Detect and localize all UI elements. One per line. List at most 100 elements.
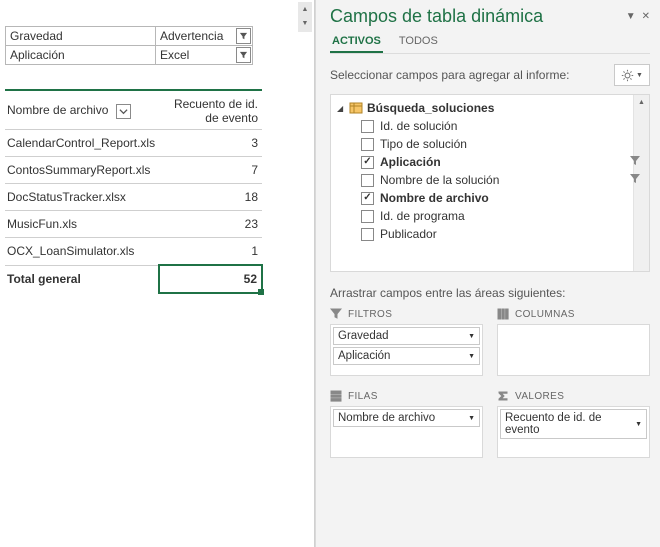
caret-down-icon: ▼ (468, 415, 475, 422)
close-icon[interactable]: ✕ (642, 11, 650, 22)
field-row[interactable]: Nombre de la solución (337, 171, 647, 189)
field-checkbox[interactable] (361, 192, 374, 205)
chip-label: Gravedad (338, 330, 389, 342)
sigma-icon (497, 390, 509, 402)
area-columns: COLUMNAS (497, 308, 650, 376)
pivot-fields-pane: Campos de tabla dinámica ▼ ✕ ACTIVOS TOD… (315, 0, 660, 547)
field-row[interactable]: Id. de solución (337, 117, 647, 135)
row-dropdown-icon[interactable] (116, 104, 131, 119)
columns-dropzone[interactable] (497, 324, 650, 376)
select-fields-caption: Seleccionar campos para agregar al infor… (330, 68, 569, 82)
filter-value: Advertencia (160, 29, 223, 43)
filter-dropdown-icon[interactable] (236, 28, 251, 44)
field-label: Publicador (380, 227, 437, 241)
area-label: FILAS (348, 391, 378, 402)
field-label: Tipo de solución (380, 137, 467, 151)
field-row[interactable]: Nombre de archivo (337, 189, 647, 207)
row-name[interactable]: DocStatusTracker.xlsx (5, 184, 159, 211)
filter-label: Aplicación (6, 46, 156, 65)
dropdown-icon[interactable]: ▼ (626, 11, 636, 22)
row-name[interactable]: CalendarControl_Report.xls (5, 130, 159, 157)
rows-dropzone[interactable]: Nombre de archivo ▼ (330, 406, 483, 458)
filter-value-cell[interactable]: Excel (156, 46, 253, 65)
row-value[interactable]: 1 (159, 238, 262, 266)
chip[interactable]: Aplicación ▼ (333, 347, 480, 365)
pivot-sheet-pane: ▲ ▼ Gravedad Advertencia Aplicación Exce… (0, 0, 315, 547)
chip-label: Aplicación (338, 350, 390, 362)
field-row[interactable]: Tipo de solución (337, 135, 647, 153)
row-name[interactable]: MusicFun.xls (5, 211, 159, 238)
grand-total-value[interactable]: 52 (159, 265, 262, 293)
grand-total-label[interactable]: Total general (5, 265, 159, 293)
areas-caption: Arrastrar campos entre las áreas siguien… (330, 286, 650, 300)
row-value[interactable]: 18 (159, 184, 262, 211)
field-row[interactable]: Publicador (337, 225, 647, 243)
field-checkbox[interactable] (361, 138, 374, 151)
filter-value: Excel (160, 48, 189, 62)
chip[interactable]: Nombre de archivo ▼ (333, 409, 480, 427)
values-dropzone[interactable]: Recuento de id. de evento▼ (497, 406, 650, 458)
field-label: Nombre de archivo (380, 191, 489, 205)
pane-title: Campos de tabla dinámica (330, 6, 543, 27)
filter-dropdown-icon[interactable] (236, 47, 251, 63)
area-values: VALORES Recuento de id. de evento▼ (497, 390, 650, 458)
funnel-icon[interactable] (629, 155, 641, 167)
field-checkbox[interactable] (361, 120, 374, 133)
field-checkbox[interactable] (361, 210, 374, 223)
funnel-icon (330, 308, 342, 320)
field-label: Id. de solución (380, 119, 457, 133)
field-row[interactable]: Id. de programa (337, 207, 647, 225)
collapse-icon[interactable]: ◢ (337, 104, 345, 113)
caret-down-icon: ▼ (635, 421, 642, 428)
row-header[interactable]: Nombre de archivo (5, 90, 159, 130)
area-filters: FILTROS Gravedad ▼ Aplicación ▼ (330, 308, 483, 376)
funnel-icon[interactable] (629, 173, 641, 185)
tab-activos[interactable]: ACTIVOS (330, 33, 383, 53)
chip[interactable]: Recuento de id. de evento▼ (500, 409, 647, 439)
row-name[interactable]: OCX_LoanSimulator.xls (5, 238, 159, 266)
columns-icon (497, 308, 509, 320)
pivot-table[interactable]: Nombre de archivo Recuento de id. de eve… (5, 89, 263, 294)
tabs: ACTIVOS TODOS (330, 33, 650, 54)
row-value[interactable]: 23 (159, 211, 262, 238)
table-name: Búsqueda_soluciones (367, 101, 494, 115)
chip-label: Recuento de id. de evento (505, 412, 635, 436)
sheet-scrollbar[interactable]: ▲ ▼ (298, 2, 312, 32)
caret-down-icon: ▼ (636, 72, 643, 79)
fields-list: ▲ ◢ Búsqueda_soluciones Id. de solución T… (330, 94, 650, 272)
area-rows: FILAS Nombre de archivo ▼ (330, 390, 483, 458)
chip[interactable]: Gravedad ▼ (333, 327, 480, 345)
table-icon (349, 101, 363, 115)
field-label: Nombre de la solución (380, 173, 499, 187)
scroll-down-icon[interactable]: ▼ (298, 16, 312, 30)
area-label: COLUMNAS (515, 309, 575, 320)
rows-icon (330, 390, 342, 402)
scroll-up-icon[interactable]: ▲ (634, 95, 649, 109)
value-header[interactable]: Recuento de id. de evento (159, 90, 262, 130)
area-label: FILTROS (348, 309, 392, 320)
row-value[interactable]: 7 (159, 157, 262, 184)
gear-icon (621, 69, 634, 82)
chip-label: Nombre de archivo (338, 412, 435, 424)
filter-value-cell[interactable]: Advertencia (156, 27, 253, 46)
field-checkbox[interactable] (361, 156, 374, 169)
field-label: Id. de programa (380, 209, 465, 223)
row-value[interactable]: 3 (159, 130, 262, 157)
report-filters-table: Gravedad Advertencia Aplicación Excel (5, 26, 253, 65)
filter-label: Gravedad (6, 27, 156, 46)
field-label: Aplicación (380, 155, 441, 169)
caret-down-icon: ▼ (468, 333, 475, 340)
table-node[interactable]: ◢ Búsqueda_soluciones (337, 99, 647, 117)
tab-todos[interactable]: TODOS (397, 33, 440, 53)
field-checkbox[interactable] (361, 174, 374, 187)
row-header-label: Nombre de archivo (7, 103, 108, 117)
scroll-up-icon[interactable]: ▲ (298, 2, 312, 16)
caret-down-icon: ▼ (468, 353, 475, 360)
areas-grid: FILTROS Gravedad ▼ Aplicación ▼ COLUMNAS F… (330, 308, 650, 458)
area-label: VALORES (515, 391, 564, 402)
tools-button[interactable]: ▼ (614, 64, 650, 86)
filters-dropzone[interactable]: Gravedad ▼ Aplicación ▼ (330, 324, 483, 376)
field-row[interactable]: Aplicación (337, 153, 647, 171)
row-name[interactable]: ContosSummaryReport.xls (5, 157, 159, 184)
field-checkbox[interactable] (361, 228, 374, 241)
